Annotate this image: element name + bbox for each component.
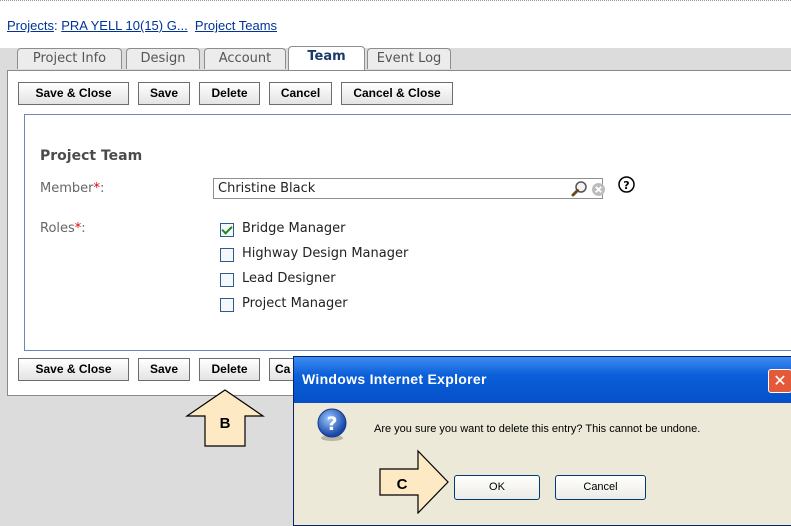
checkbox-bridge-manager[interactable] — [220, 223, 234, 237]
roles-label-text: Roles — [40, 221, 75, 236]
tab-team[interactable]: Team — [288, 46, 365, 70]
dialog-message: Are you sure you want to delete this ent… — [374, 423, 701, 435]
clear-icon[interactable] — [591, 182, 606, 197]
search-icon[interactable] — [571, 180, 589, 198]
callout-b-label: B — [219, 415, 231, 432]
tab-event-log[interactable]: Event Log — [367, 48, 451, 69]
tab-design[interactable]: Design — [126, 48, 200, 69]
tab-account[interactable]: Account — [204, 48, 286, 69]
callout-c-label: C — [396, 476, 408, 493]
tab-project-info[interactable]: Project Info — [17, 48, 122, 69]
ok-button[interactable]: OK — [454, 475, 540, 500]
save-close-button[interactable]: Save & Close — [18, 358, 129, 381]
label-colon: : — [81, 221, 86, 236]
member-label: Member*: — [40, 181, 104, 196]
roles-label: Roles*: — [40, 221, 86, 236]
label-colon: : — [99, 181, 105, 196]
svg-text:?: ? — [326, 413, 337, 435]
breadcrumb-section-link[interactable]: Project Teams — [195, 18, 277, 33]
role-label: Highway Design Manager — [242, 246, 409, 261]
role-label: Project Manager — [242, 296, 348, 311]
help-icon[interactable]: ? — [618, 176, 635, 193]
checkbox-lead-designer[interactable] — [220, 273, 234, 287]
breadcrumb-separator: : — [53, 18, 58, 33]
delete-button[interactable]: Delete — [199, 82, 260, 105]
section-title: Project Team — [40, 148, 143, 164]
breadcrumb-project-link[interactable]: PRA YELL 10(15) G... — [61, 18, 187, 33]
cancel-close-button[interactable]: Cancel & Close — [341, 82, 453, 105]
breadcrumb: Projects: PRA YELL 10(15) G... Project T… — [7, 18, 277, 33]
role-label: Lead Designer — [242, 271, 336, 286]
dialog-title: Windows Internet Explorer — [302, 371, 487, 387]
checkbox-project-manager[interactable] — [220, 298, 234, 312]
confirm-dialog: Windows Internet Explorer ✕ ? Are you su… — [293, 356, 791, 526]
save-close-button[interactable]: Save & Close — [18, 82, 129, 105]
svg-text:?: ? — [623, 179, 629, 192]
question-icon: ? — [314, 407, 350, 443]
breadcrumb-projects-link[interactable]: Projects — [7, 18, 54, 33]
role-label: Bridge Manager — [242, 221, 346, 236]
cancel-button[interactable]: Cancel — [269, 82, 332, 105]
member-label-text: Member — [40, 181, 94, 196]
checkbox-highway-design-manager[interactable] — [220, 248, 234, 262]
save-button[interactable]: Save — [138, 358, 190, 381]
close-button[interactable]: ✕ — [768, 369, 791, 393]
save-button[interactable]: Save — [138, 82, 190, 105]
delete-button[interactable]: Delete — [199, 358, 260, 381]
cancel-button[interactable]: Cancel — [555, 475, 646, 500]
member-input[interactable]: Christine Black — [213, 178, 603, 199]
